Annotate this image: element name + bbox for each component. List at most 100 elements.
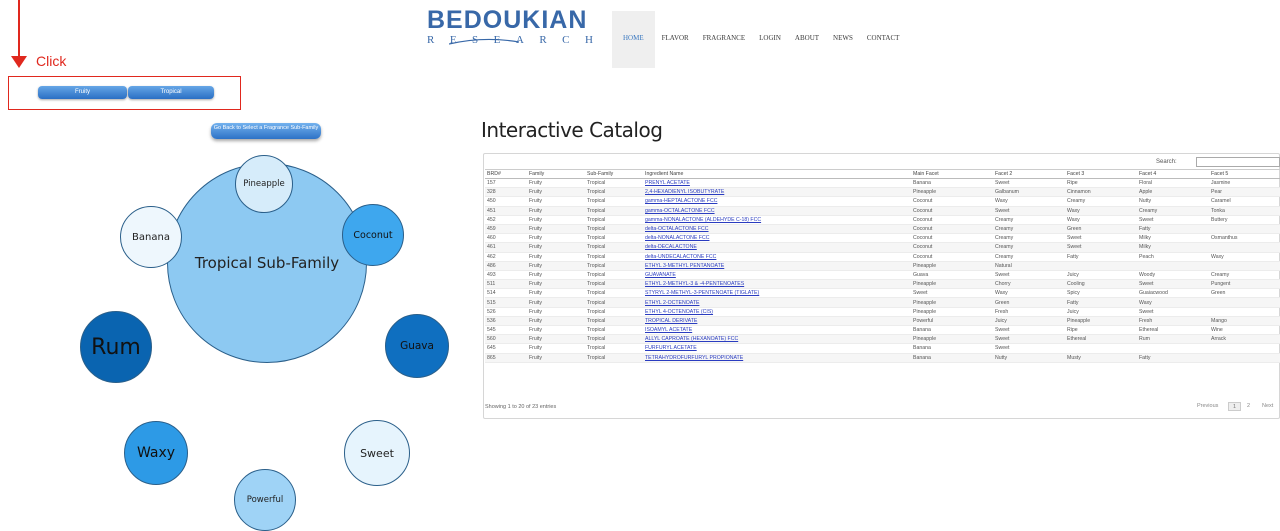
table-cell: 157 <box>485 178 527 189</box>
ingredient-link[interactable]: delta-NONALACTONE FCC <box>643 233 911 244</box>
nav-about[interactable]: ABOUT <box>788 11 826 68</box>
table-cell: Tropical <box>585 252 643 262</box>
ingredient-link[interactable]: ISOAMYL ACETATE <box>643 325 911 336</box>
facet-bubble-pineapple[interactable]: Pineapple <box>235 155 293 213</box>
search-input[interactable] <box>1196 157 1280 167</box>
breadcrumb-fruity-button[interactable]: Fruity <box>38 86 127 99</box>
table-cell: Banana <box>911 353 993 363</box>
table-row: 450 Fruity Tropical gamma-HEPTALACTONE FCC C… <box>485 196 1280 207</box>
table-cell: Coconut <box>911 233 993 244</box>
column-header[interactable]: Main Facet <box>911 169 993 179</box>
ingredient-link[interactable]: TETRAHYDROFURFURYL PROPIONATE <box>643 353 911 363</box>
table-cell: Waxy <box>1065 206 1137 216</box>
ingredient-link[interactable]: delta-UNDECALACTONE FCC <box>643 252 911 262</box>
back-to-subfamily-button[interactable]: Go Back to Select a Fragrance Sub-Family <box>211 123 321 139</box>
table-cell: Tropical <box>585 224 643 235</box>
table-cell: 328 <box>485 187 527 198</box>
ingredient-link[interactable]: delta-DECALACTONE <box>643 242 911 253</box>
table-row: 511 Fruity Tropical ETHYL 2-METHYL-3 & -4-P… <box>485 279 1280 290</box>
facet-label: Rum <box>91 334 141 360</box>
ingredient-link[interactable]: PRENYL ACETATE <box>643 178 911 189</box>
facet-bubble-rum[interactable]: Rum <box>80 311 152 383</box>
facet-bubble-sweet[interactable]: Sweet <box>344 420 410 486</box>
column-header[interactable]: Sub-Family <box>585 169 643 179</box>
ingredient-link[interactable]: delta-OCTALACTONE FCC <box>643 224 911 235</box>
table-cell <box>1209 343 1280 354</box>
table-cell <box>1209 297 1280 308</box>
nav-flavor[interactable]: FLAVOR <box>655 11 696 68</box>
table-cell: Green <box>1065 224 1137 235</box>
column-header[interactable]: Facet 2 <box>993 169 1065 179</box>
ingredient-link[interactable]: ETHYL 4-OCTENOATE (CIS) <box>643 307 911 317</box>
table-cell: 459 <box>485 224 527 235</box>
table-cell: Creamy <box>993 224 1065 235</box>
ingredient-link[interactable]: ETHYL 2-OCTENOATE <box>643 297 911 308</box>
pager-previous-button[interactable]: Previous <box>1197 402 1218 411</box>
nav-login[interactable]: LOGIN <box>752 11 788 68</box>
table-cell: Fruity <box>527 270 585 281</box>
column-header[interactable]: Facet 5 <box>1209 169 1280 179</box>
bedoukian-logo[interactable]: BEDOUKIAN RESEARCH <box>427 8 597 47</box>
column-header[interactable]: Ingredient Name <box>643 169 911 179</box>
table-cell: Tropical <box>585 334 643 345</box>
facet-bubble-waxy[interactable]: Waxy <box>124 421 188 485</box>
table-cell: Spicy <box>1065 288 1137 299</box>
catalog-title: Interactive Catalog <box>481 118 663 142</box>
ingredient-link[interactable]: STYRYL 2-METHYL-3-PENTENOATE (TIGLATE) <box>643 288 911 299</box>
column-header[interactable]: BRD# <box>485 169 527 179</box>
table-cell: Banana <box>911 325 993 336</box>
ingredient-link[interactable]: GUAVANATE <box>643 270 911 281</box>
catalog-table: BRD# Family Sub-Family Ingredient Name Main … <box>485 169 1280 363</box>
table-cell: Fruity <box>527 252 585 262</box>
table-cell: Sweet <box>1065 233 1137 244</box>
table-cell: Fatty <box>1065 297 1137 308</box>
ingredient-link[interactable]: gamma-HEPTALACTONE FCC <box>643 196 911 207</box>
annotation-arrow-head-icon <box>11 56 27 68</box>
facet-label: Guava <box>400 340 434 352</box>
table-cell: Galbanum <box>993 187 1065 198</box>
facet-bubble-coconut[interactable]: Coconut <box>342 204 404 266</box>
table-cell: 450 <box>485 196 527 207</box>
table-cell: Apple <box>1137 187 1209 198</box>
ingredient-link[interactable]: TROPICAL DERIVATE <box>643 316 911 327</box>
facet-bubble-banana[interactable]: Banana <box>120 206 182 268</box>
table-cell <box>1065 343 1137 354</box>
table-cell: Coconut <box>911 196 993 207</box>
ingredient-link[interactable]: ETHYL 3-METHYL PENTANOATE <box>643 261 911 271</box>
breadcrumb-tropical-button[interactable]: Tropical <box>128 86 214 99</box>
ingredient-link[interactable]: ALLYL CAPROATE (HEXANOATE) FCC <box>643 334 911 345</box>
table-cell: Nutty <box>1137 196 1209 207</box>
table-row: 157 Fruity Tropical PRENYL ACETATE Banana Swe… <box>485 178 1280 189</box>
pager-page-1[interactable]: 1 <box>1228 402 1242 411</box>
column-header[interactable]: Family <box>527 169 585 179</box>
search-label: Search: <box>1156 159 1177 165</box>
nav-news[interactable]: NEWS <box>826 11 860 68</box>
pager-page-2[interactable]: 2 <box>1247 402 1250 411</box>
ingredient-link[interactable]: gamma-NONALACTONE (ALDEHYDE C-18) FCC <box>643 215 911 225</box>
table-cell: Sweet <box>993 178 1065 189</box>
table-cell: 536 <box>485 316 527 327</box>
nav-home[interactable]: HOME <box>612 11 655 68</box>
table-cell: Creamy <box>993 242 1065 253</box>
column-header[interactable]: Facet 4 <box>1137 169 1209 179</box>
table-cell: Fresh <box>1137 316 1209 327</box>
table-cell: Tonka <box>1209 206 1280 216</box>
facet-bubble-powerful[interactable]: Powerful <box>234 469 296 531</box>
ingredient-link[interactable]: 2,4-HEXADIENYL ISOBUTYRATE <box>643 187 911 198</box>
table-body: 157 Fruity Tropical PRENYL ACETATE Banana Swe… <box>485 178 1280 363</box>
table-cell: Pineapple <box>911 334 993 345</box>
facet-bubble-guava[interactable]: Guava <box>385 314 449 378</box>
ingredient-link[interactable]: gamma-OCTALACTONE FCC <box>643 206 911 216</box>
table-cell: Pear <box>1209 187 1280 198</box>
table-cell: Creamy <box>993 252 1065 262</box>
ingredient-link[interactable]: ETHYL 2-METHYL-3 & -4-PENTENOATES <box>643 279 911 290</box>
table-cell: Milky <box>1137 242 1209 253</box>
pager-next-button[interactable]: Next <box>1262 402 1273 411</box>
table-cell: Fresh <box>993 307 1065 317</box>
table-cell: Jasmine <box>1209 178 1280 189</box>
nav-fragrance[interactable]: FRAGRANCE <box>696 11 752 68</box>
column-header[interactable]: Facet 3 <box>1065 169 1137 179</box>
table-cell: Pineapple <box>911 187 993 198</box>
nav-contact[interactable]: CONTACT <box>860 11 907 68</box>
ingredient-link[interactable]: FURFURYL ACETATE <box>643 343 911 354</box>
